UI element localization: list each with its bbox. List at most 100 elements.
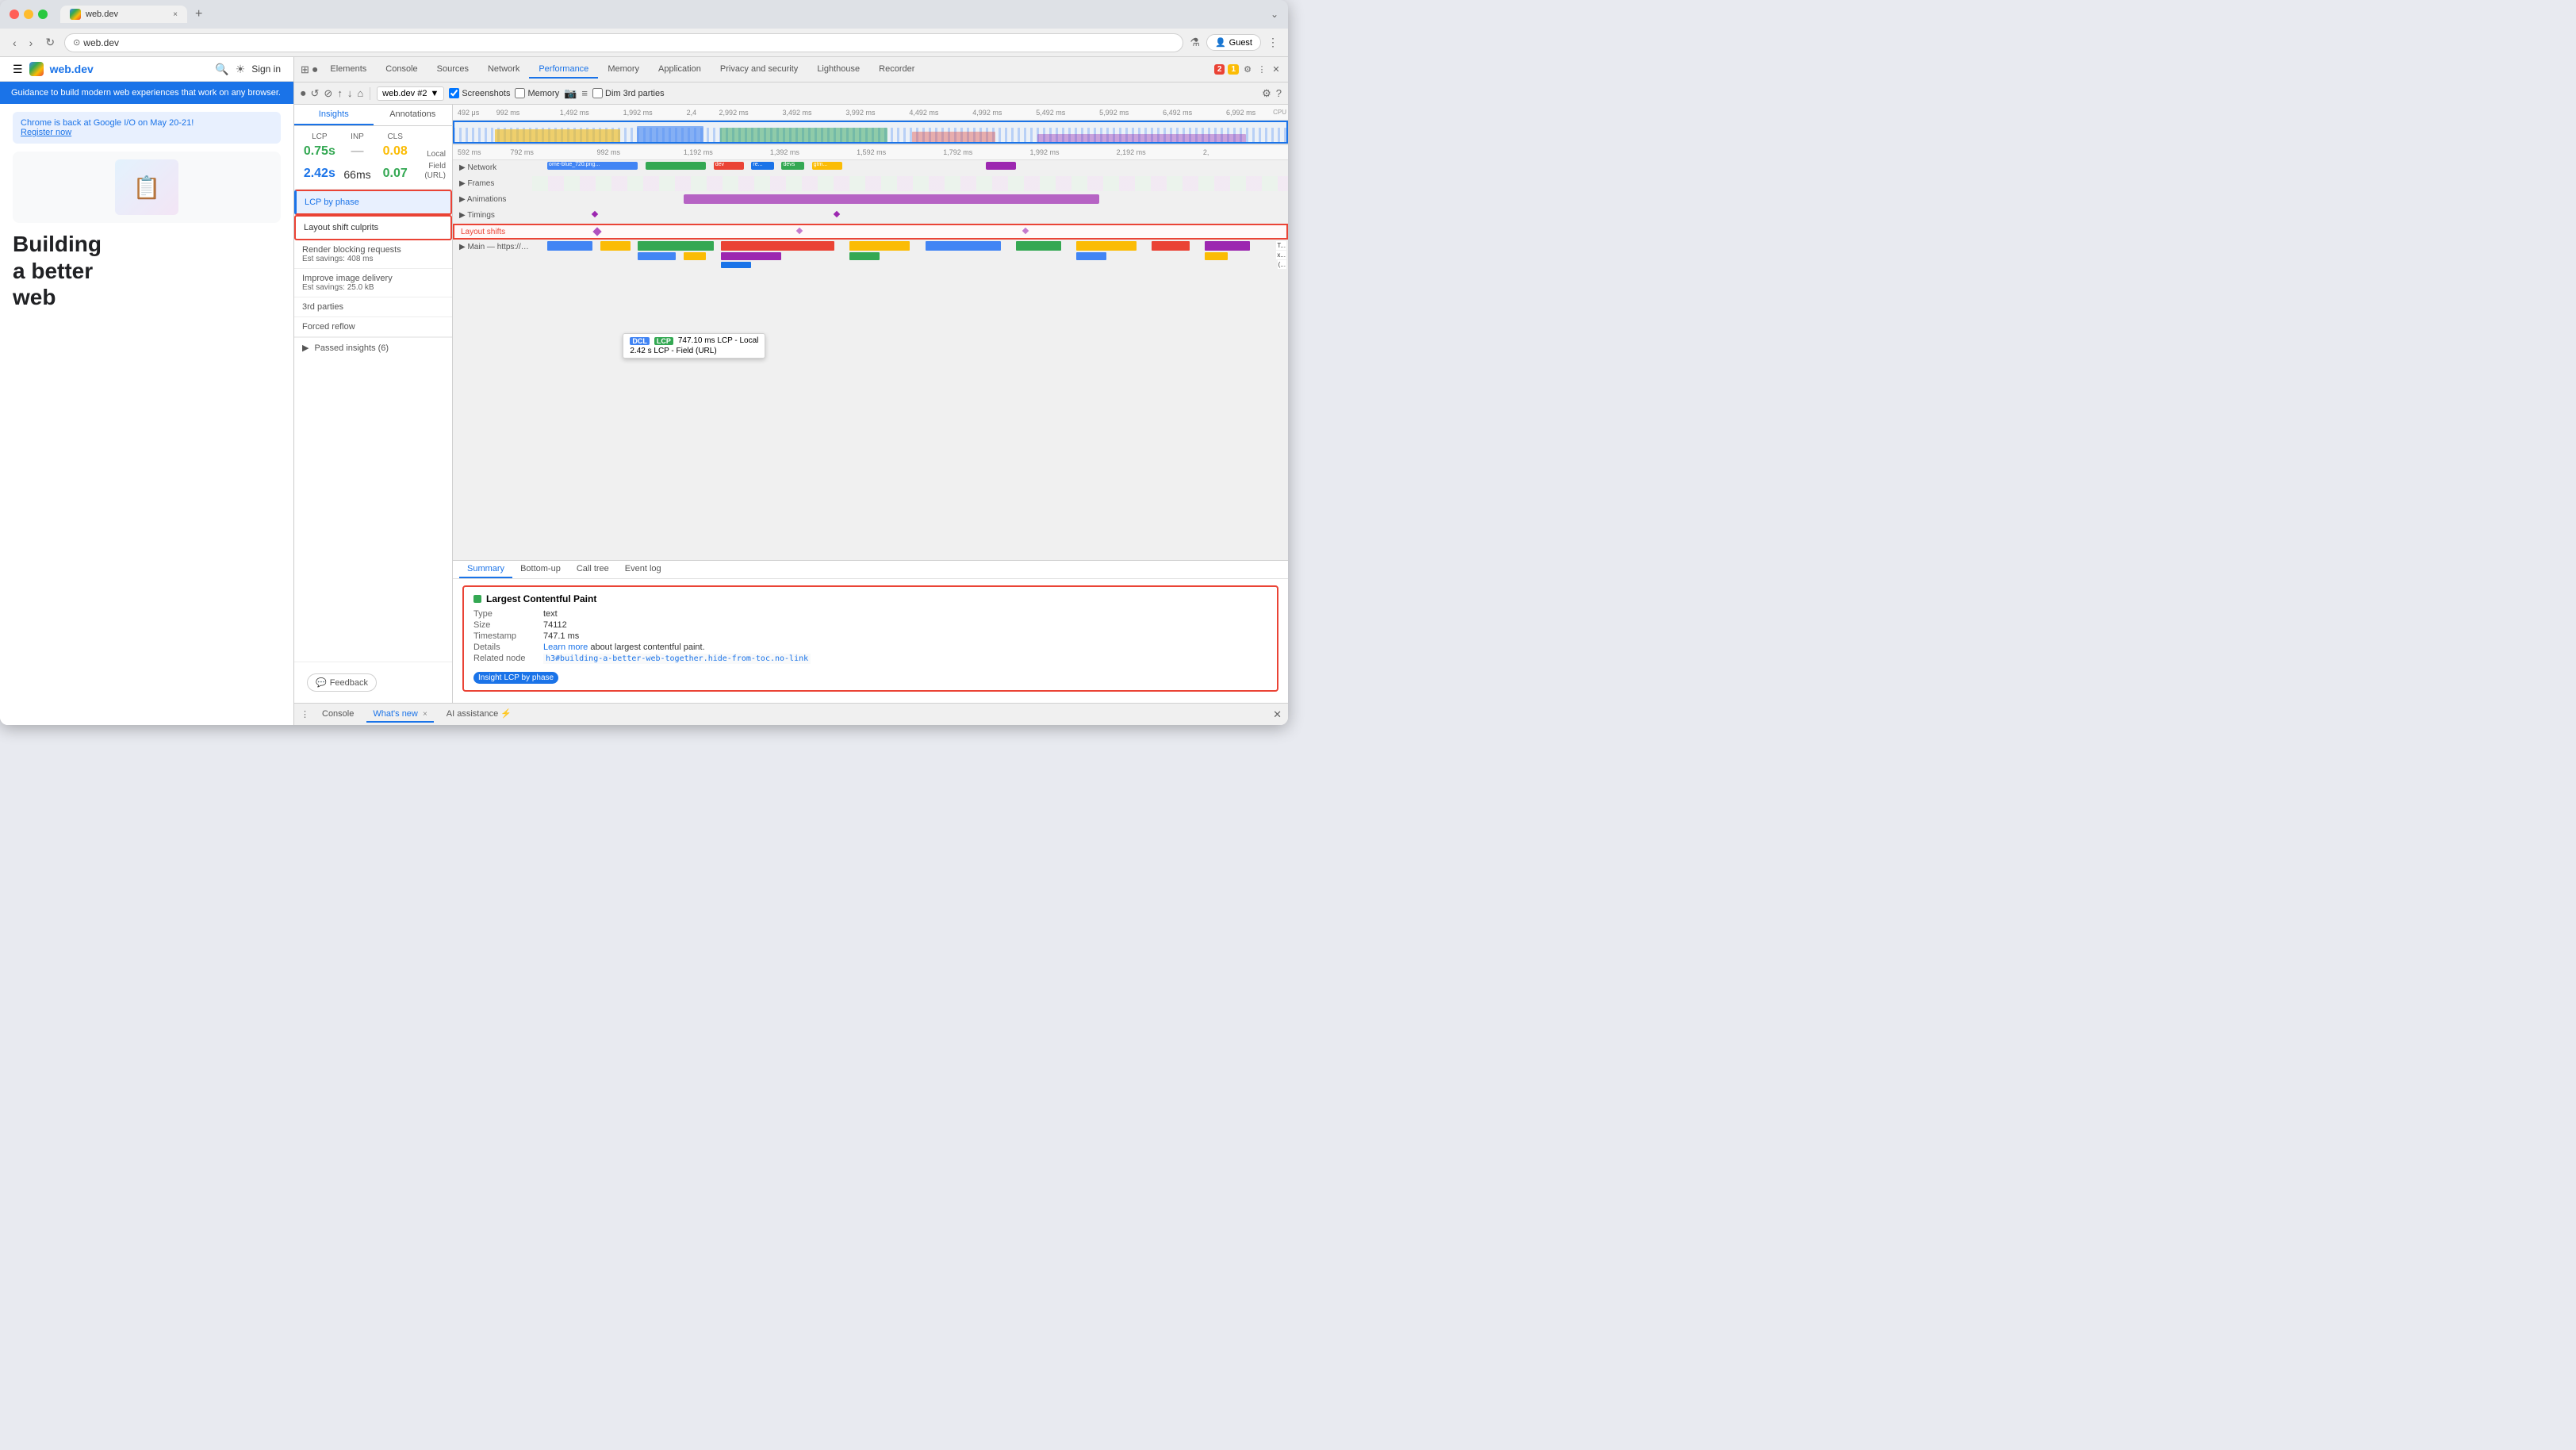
error-badge: 2 (1214, 64, 1225, 75)
insights-tab-annotations[interactable]: Annotations (374, 105, 453, 125)
bottom-bar-menu-icon[interactable]: ⋮ (301, 709, 309, 719)
screenshots-checkbox[interactable]: Screenshots (449, 88, 510, 98)
toolbar-home-icon[interactable]: ⌂ (357, 87, 363, 99)
toolbar-capture-icon[interactable]: 📷 (564, 87, 577, 100)
lcp-card: Largest Contentful Paint Type text Size … (462, 585, 1278, 692)
dim-3rd-checkbox[interactable]: Dim 3rd parties (592, 88, 665, 98)
close-devtools-icon[interactable]: ✕ (1271, 64, 1282, 75)
devtools-layout-icon[interactable]: ⊞ (301, 63, 309, 76)
lcp-insight-row: Insight LCP by phase (473, 667, 1267, 684)
toolbar-clear-icon[interactable]: ⊘ (324, 87, 332, 100)
toolbar-throttle-icon[interactable]: ≡ (581, 87, 588, 99)
active-tab[interactable]: web.dev × (60, 6, 187, 23)
toolbar-help-icon[interactable]: ? (1276, 87, 1282, 99)
close-button[interactable] (10, 10, 19, 19)
profile-selector[interactable]: web.dev #2 ▼ (377, 86, 444, 101)
animations-expand-icon[interactable]: ▶ (459, 195, 466, 204)
tab-memory[interactable]: Memory (598, 61, 649, 79)
flame-5a (849, 252, 880, 260)
theme-icon[interactable]: ☀ (236, 63, 246, 76)
frames-row: ▶ Frames (453, 176, 1288, 192)
summary-tab-eventlog[interactable]: Event log (617, 561, 669, 578)
flame-10 (1205, 241, 1250, 251)
insight-image-delivery[interactable]: Improve image delivery Est savings: 25.0… (294, 269, 452, 297)
new-tab-button[interactable]: + (190, 6, 207, 23)
feedback-button[interactable]: 💬 Feedback (307, 673, 377, 692)
toolbar-download-icon[interactable]: ↓ (347, 87, 353, 99)
refresh-button[interactable]: ↻ (42, 34, 58, 51)
summary-tab-bottomup[interactable]: Bottom-up (512, 561, 569, 578)
bottom-tab-aiassistance[interactable]: AI assistance ⚡ (440, 706, 518, 723)
memory-checkbox[interactable]: Memory (515, 88, 559, 98)
network-expand-icon[interactable]: ▶ (459, 163, 466, 172)
network-bar-gtm: gtm... (812, 162, 842, 170)
toolbar-refresh-icon[interactable]: ↺ (311, 87, 320, 100)
tab-close-icon[interactable]: × (173, 10, 178, 19)
ruler-mark-5: 2,992 ms (718, 109, 781, 117)
back-button[interactable]: ‹ (10, 35, 20, 51)
frames-expand-icon[interactable]: ▶ (459, 179, 466, 188)
ruler-marks: 492 μs 992 ms 1,492 ms 1,992 ms 2,4 2,99… (456, 109, 1288, 117)
tab-privacy[interactable]: Privacy and security (711, 61, 807, 79)
tab-application[interactable]: Application (649, 61, 711, 79)
main-content: ☰ web.dev 🔍 ☀ Sign in Guidance to build … (0, 57, 1288, 725)
traffic-lights (10, 10, 48, 19)
performance-timeline-panel: 492 μs 992 ms 1,492 ms 1,992 ms 2,4 2,99… (453, 105, 1288, 703)
learn-more-link[interactable]: Learn more (543, 643, 588, 652)
flame-label-x: x... (1276, 251, 1286, 259)
toolbar-settings-icon[interactable]: ⚙ (1262, 87, 1271, 100)
tab-performance[interactable]: Performance (529, 61, 598, 79)
insight-lcp-by-phase[interactable]: LCP by phase (294, 190, 452, 215)
tab-network[interactable]: Network (478, 61, 529, 79)
bottom-bar: ⋮ Console What's new × AI assistance ⚡ ✕ (294, 703, 1288, 725)
devtools-tabs: Elements Console Sources Network Perform… (320, 61, 1213, 79)
bottom-bar-close-icon[interactable]: ✕ (1273, 708, 1282, 720)
insight-3rd-parties[interactable]: 3rd parties (294, 297, 452, 317)
toolbar-upload-icon[interactable]: ↑ (337, 87, 343, 99)
insights-tab-insights[interactable]: Insights (294, 105, 374, 125)
devtools-experiments-icon[interactable]: ⚗ (1190, 36, 1200, 49)
maximize-button[interactable] (38, 10, 48, 19)
window-dropdown-icon[interactable]: ⌄ (1271, 9, 1278, 20)
insight-forced-reflow[interactable]: Forced reflow (294, 317, 452, 337)
r2-mark-6: 1,792 ms (941, 148, 1028, 156)
passed-insights-section[interactable]: ▶ Passed insights (6) (294, 337, 452, 358)
lcp-insight-badge[interactable]: Insight LCP by phase (473, 672, 558, 684)
forward-button[interactable]: › (26, 35, 36, 51)
toolbar-record-icon[interactable]: ⏺ (301, 87, 306, 100)
tab-recorder[interactable]: Recorder (869, 61, 924, 79)
tab-console[interactable]: Console (376, 61, 427, 79)
lcp-type-row: Type text (473, 609, 1267, 619)
hamburger-icon[interactable]: ☰ (13, 63, 23, 76)
lcp-node-row: Related node h3#building-a-better-web-to… (473, 654, 1267, 664)
insight-layout-shift-culprits[interactable]: Layout shift culprits (294, 215, 452, 240)
timings-expand-icon[interactable]: ▶ (459, 211, 466, 220)
tab-sources[interactable]: Sources (427, 61, 478, 79)
settings-icon[interactable]: ⚙ (1242, 64, 1253, 75)
summary-tab-calltree[interactable]: Call tree (569, 561, 617, 578)
tab-favicon (70, 9, 81, 20)
minimize-button[interactable] (24, 10, 33, 19)
search-icon[interactable]: 🔍 (215, 63, 228, 76)
feature-illustration: 📋 (115, 159, 178, 215)
tab-lighthouse[interactable]: Lighthouse (807, 61, 869, 79)
devtools-record-icon[interactable]: ⏺ (312, 63, 318, 76)
summary-tabs: Summary Bottom-up Call tree Event log (453, 561, 1288, 579)
main-expand-icon[interactable]: ▶ (459, 243, 466, 251)
main-track: T... x... (... DCL LCP 747.10 ms LCP - L… (532, 240, 1288, 382)
timing-marker-2 (834, 211, 840, 217)
address-bar[interactable]: ⊙ web.dev (64, 33, 1183, 52)
register-link[interactable]: Register now (21, 128, 71, 137)
summary-tab-summary[interactable]: Summary (459, 561, 512, 578)
bottom-tab-console[interactable]: Console (316, 707, 360, 723)
insight-render-blocking[interactable]: Render blocking requests Est savings: 40… (294, 240, 452, 269)
tab-elements[interactable]: Elements (320, 61, 376, 79)
webdev-title: web.dev (50, 63, 94, 75)
guest-button[interactable]: 👤 Guest (1206, 34, 1261, 51)
more-options-icon[interactable]: ⋮ (1256, 64, 1267, 75)
bottom-tab-whatsnew[interactable]: What's new × (366, 707, 433, 723)
whatsnew-close-icon[interactable]: × (423, 710, 427, 719)
devtools-body: Insights Annotations LCP INP CLS (294, 105, 1288, 703)
signin-link[interactable]: Sign in (251, 63, 281, 75)
browser-menu-icon[interactable]: ⋮ (1267, 36, 1278, 49)
